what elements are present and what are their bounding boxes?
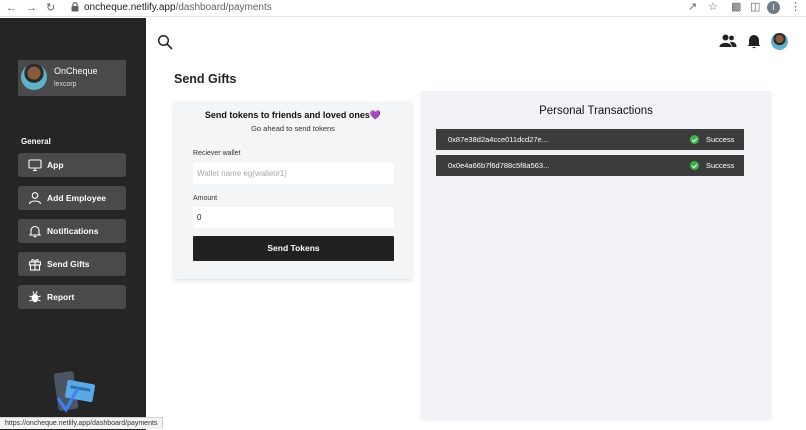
amount-label: Amount <box>193 195 218 202</box>
address-bar[interactable]: oncheque.netlify.app/dashboard/payments <box>84 1 272 14</box>
check-circle-icon <box>690 161 699 170</box>
transaction-hash: 0x0e4a66b7f6d788c5f8a563... <box>448 161 550 170</box>
sidebar-item-send-gifts[interactable]: Send Gifts <box>18 252 126 276</box>
search-icon[interactable] <box>157 34 173 50</box>
transaction-row[interactable]: 0x87e38d2a4cce011dcd27e... Success <box>436 129 744 150</box>
gift-subheading: Go ahead to send tokens <box>251 124 335 133</box>
transaction-status: Success <box>706 135 735 144</box>
sidebar-item-label: Add Employee <box>47 193 107 203</box>
browser-menu-icon[interactable]: ⋮ <box>790 0 801 15</box>
sidebar-item-notifications[interactable]: Notifications <box>18 219 126 243</box>
user-icon <box>28 192 42 205</box>
send-tokens-button[interactable]: Send Tokens <box>193 236 394 261</box>
transaction-hash: 0x87e38d2a4cce011dcd27e... <box>448 135 548 144</box>
lock-icon[interactable] <box>71 2 79 12</box>
sidebar-item-app[interactable]: App <box>18 153 126 177</box>
browser-profile-avatar[interactable]: I <box>767 1 780 14</box>
check-circle-icon <box>690 135 699 144</box>
transactions-title: Personal Transactions <box>539 105 653 117</box>
gift-heading-text: Send tokens to friends and loved ones <box>204 110 370 120</box>
amount-input[interactable] <box>193 207 394 228</box>
sidebar-item-label: Report <box>47 292 75 302</box>
users-icon[interactable] <box>719 33 737 49</box>
bug-icon <box>29 291 41 303</box>
share-icon[interactable]: ↗ <box>688 0 697 15</box>
profile-org: lexcorp <box>54 81 77 88</box>
sidebar-item-report[interactable]: Report <box>18 285 126 309</box>
sidebar-item-label: Notifications <box>47 226 99 236</box>
forward-arrow-icon[interactable]: → <box>26 1 37 15</box>
monitor-icon <box>28 159 42 172</box>
profile-name: OnCheque <box>54 66 98 76</box>
gift-heading: Send tokens to friends and loved ones💜 <box>174 110 412 121</box>
browser-toolbar: ← → ↻ oncheque.netlify.app/dashboard/pay… <box>0 0 806 17</box>
bell-icon <box>28 225 42 238</box>
wallet-input[interactable] <box>193 163 394 184</box>
link-status-bar: https://oncheque.netlify.app/dashboard/p… <box>0 417 164 429</box>
send-gift-card: Send tokens to friends and loved ones💜 G… <box>174 101 412 279</box>
side-panel-icon[interactable]: ◫ <box>750 0 760 15</box>
bell-icon[interactable] <box>746 33 762 49</box>
bookmark-star-icon[interactable]: ☆ <box>708 0 718 15</box>
url-path: /dashboard/payments <box>175 2 272 13</box>
payment-card-illustration <box>53 371 96 413</box>
url-host: oncheque.netlify.app <box>84 2 176 13</box>
extensions-puzzle-icon[interactable]: ▩ <box>731 0 741 15</box>
wallet-label: Reciever wallet <box>193 150 241 157</box>
sidebar-item-label: App <box>47 160 64 170</box>
heart-icon: 💜 <box>369 110 382 120</box>
sidebar: OnCheque lexcorp General App Add Employe… <box>0 18 146 430</box>
gift-icon <box>28 259 42 271</box>
back-arrow-icon[interactable]: ← <box>6 1 17 15</box>
page-title: Send Gifts <box>174 72 237 86</box>
user-avatar[interactable] <box>771 33 788 50</box>
profile-card[interactable]: OnCheque lexcorp <box>18 60 126 96</box>
transactions-panel: Personal Transactions 0x87e38d2a4cce011d… <box>421 91 771 419</box>
section-label-general: General <box>21 137 51 146</box>
reload-icon[interactable]: ↻ <box>46 1 55 15</box>
sidebar-item-add-employee[interactable]: Add Employee <box>18 186 126 210</box>
avatar <box>21 64 47 90</box>
transaction-row[interactable]: 0x0e4a66b7f6d788c5f8a563... Success <box>436 155 744 176</box>
transaction-status: Success <box>706 161 735 170</box>
sidebar-item-label: Send Gifts <box>47 259 90 269</box>
